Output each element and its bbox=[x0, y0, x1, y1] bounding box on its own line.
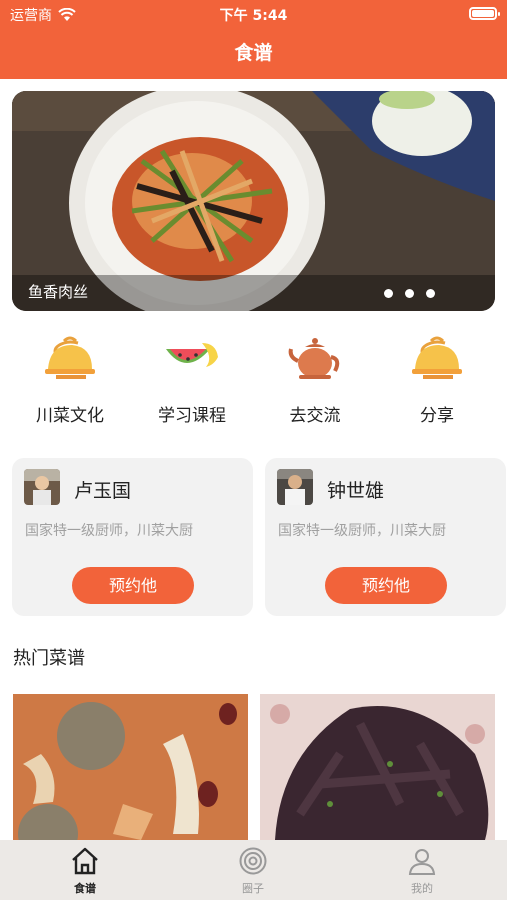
book-chef-button[interactable]: 预约他 bbox=[325, 567, 447, 604]
carousel-dot[interactable] bbox=[426, 289, 435, 298]
recipe-image bbox=[13, 694, 248, 840]
recipe-card[interactable] bbox=[13, 694, 248, 840]
category-grid: 川菜文化 学习课程 去交流 分享 bbox=[0, 335, 507, 426]
tab-recipes[interactable]: 食谱 bbox=[45, 846, 125, 896]
category-label: 学习课程 bbox=[158, 406, 226, 426]
avatar bbox=[24, 469, 60, 505]
category-item-exchange[interactable]: 去交流 bbox=[260, 335, 370, 426]
category-label: 去交流 bbox=[289, 406, 341, 426]
chef-card: 钟世雄 国家特一级厨师，川菜大厨 预约他 bbox=[265, 458, 506, 616]
avatar bbox=[277, 469, 313, 505]
banner-carousel[interactable]: 鱼香肉丝 bbox=[12, 91, 495, 311]
tab-bar: 食谱 圈子 我的 bbox=[0, 840, 507, 900]
watermelon-icon bbox=[166, 343, 218, 367]
status-time: 下午 5:44 bbox=[219, 8, 288, 24]
category-item-courses[interactable]: 学习课程 bbox=[137, 335, 247, 426]
book-chef-button[interactable]: 预约他 bbox=[72, 567, 194, 604]
tab-profile[interactable]: 我的 bbox=[382, 846, 462, 896]
recipe-card[interactable] bbox=[260, 694, 495, 840]
banner-caption: 鱼香肉丝 bbox=[28, 283, 89, 301]
home-icon bbox=[72, 847, 98, 875]
cloche-icon bbox=[45, 336, 95, 379]
battery-icon bbox=[469, 7, 500, 20]
cloche-icon bbox=[412, 336, 462, 379]
category-item-culture[interactable]: 川菜文化 bbox=[15, 335, 125, 426]
tab-label: 圈子 bbox=[242, 882, 264, 895]
chef-name: 钟世雄 bbox=[327, 480, 385, 502]
teapot-icon bbox=[288, 338, 340, 379]
user-icon bbox=[408, 849, 436, 875]
status-bar: 运营商 下午 5:44 bbox=[0, 0, 507, 28]
category-label: 分享 bbox=[420, 406, 454, 426]
chef-card: 卢玉国 国家特一级厨师，川菜大厨 预约他 bbox=[12, 458, 253, 616]
category-item-share[interactable]: 分享 bbox=[382, 335, 492, 426]
tab-label: 食谱 bbox=[74, 882, 96, 895]
circle-icon bbox=[239, 847, 267, 875]
carousel-dot[interactable] bbox=[405, 289, 414, 298]
recipe-image bbox=[260, 694, 495, 840]
chef-description: 国家特一级厨师，川菜大厨 bbox=[25, 523, 193, 539]
chef-description: 国家特一级厨师，川菜大厨 bbox=[278, 523, 446, 539]
chef-name: 卢玉国 bbox=[74, 480, 132, 502]
tab-circle[interactable]: 圈子 bbox=[213, 846, 293, 896]
page-title: 食谱 bbox=[234, 42, 273, 64]
nav-header: 运营商 下午 5:44 食谱 bbox=[0, 0, 507, 79]
section-title: 热门菜谱 bbox=[13, 648, 85, 669]
category-label: 川菜文化 bbox=[36, 406, 104, 426]
carousel-dot[interactable] bbox=[384, 289, 393, 298]
tab-label: 我的 bbox=[411, 882, 433, 895]
carousel-dots[interactable] bbox=[384, 289, 435, 298]
